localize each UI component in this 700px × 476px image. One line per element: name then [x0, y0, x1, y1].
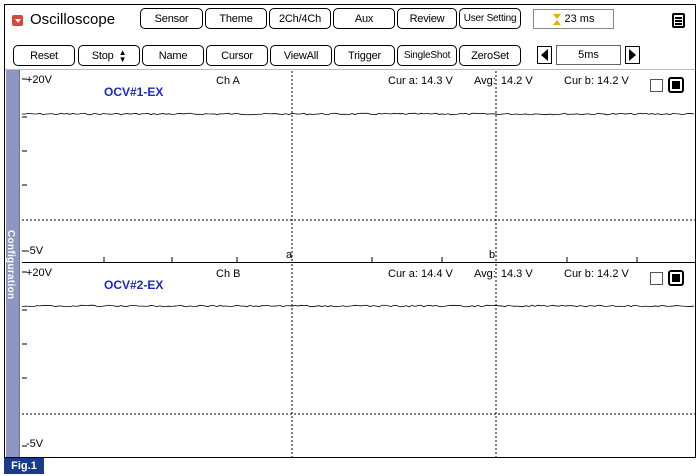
configuration-tab[interactable]: Configuration	[5, 70, 20, 457]
cursor-b-value: 14.2 V	[597, 75, 629, 87]
hourglass-icon	[552, 13, 561, 25]
updown-icon: ▲ ▼	[118, 47, 127, 64]
trigger-button[interactable]: Trigger	[334, 45, 395, 66]
channel-checkbox[interactable]	[650, 79, 663, 92]
channel-id: Ch A	[216, 75, 240, 87]
tick-marks	[22, 78, 638, 263]
cursor-b-readout: Cur b: 14.2 V	[564, 75, 629, 87]
channel-toggle[interactable]	[668, 77, 684, 93]
figure-label: Fig.1	[4, 458, 44, 474]
hamburger-menu-icon[interactable]	[672, 13, 685, 28]
scope-a-graph	[22, 71, 696, 263]
name-button[interactable]: Name	[142, 45, 204, 66]
stop-label: Stop	[91, 49, 114, 62]
configuration-label: Configuration	[5, 230, 16, 300]
average-value: 14.2 V	[500, 75, 533, 87]
scope-panel-b[interactable]: +20V -5V OCV#2-EX Ch B Cur a: 14.4 V Avg…	[22, 264, 696, 457]
vmin-label: -5V	[26, 245, 44, 257]
timebase-value: 5ms	[556, 45, 621, 65]
tab-aux[interactable]: Aux	[333, 8, 395, 29]
cursor-b-label: Cur b:	[564, 268, 594, 280]
scope-b-graph	[22, 264, 696, 457]
time-value: 23 ms	[564, 13, 595, 25]
singleshot-button[interactable]: SingleShot	[397, 45, 457, 66]
reset-button[interactable]: Reset	[13, 45, 75, 66]
tab-user-setting[interactable]: User Setting	[459, 8, 521, 29]
channel-toggle[interactable]	[668, 270, 684, 286]
average-readout: Avg: 14.2 V	[474, 75, 533, 87]
app-title: Oscilloscope	[30, 11, 116, 28]
tick-marks	[22, 271, 27, 447]
cursor-a-marker: a	[286, 249, 293, 261]
cursor-a-label: Cur a:	[388, 75, 418, 87]
average-value: 14.3 V	[500, 268, 533, 280]
zeroset-button[interactable]: ZeroSet	[459, 45, 521, 66]
cursor-a-label: Cur a:	[388, 268, 418, 280]
timebase-decrease-button[interactable]	[537, 46, 552, 64]
tab-review[interactable]: Review	[397, 8, 457, 29]
vmin-label: -5V	[26, 438, 44, 450]
scope-panel-a[interactable]: +20V -5V OCV#1-EX Ch A Cur a: 14.3 V Avg…	[22, 71, 696, 263]
signal-trace-a	[22, 112, 695, 116]
timebase-increase-button[interactable]	[625, 46, 640, 64]
cursor-a-value: 14.4 V	[421, 268, 453, 280]
tab-theme[interactable]: Theme	[205, 8, 267, 29]
channel-name: OCV#1-EX	[104, 85, 164, 99]
cursor-b-label: Cur b:	[564, 75, 594, 87]
average-label: Avg:	[474, 75, 496, 87]
toolbar-divider	[5, 69, 695, 70]
time-display: 23 ms	[533, 9, 614, 29]
channel-checkbox[interactable]	[650, 272, 663, 285]
cursor-b-marker: b	[489, 249, 496, 261]
cursor-button[interactable]: Cursor	[206, 45, 268, 66]
vmax-label: +20V	[26, 74, 52, 86]
cursor-a-readout: Cur a: 14.3 V	[388, 75, 453, 87]
tab-channels[interactable]: 2Ch/4Ch	[269, 8, 331, 29]
cursor-b-value: 14.2 V	[597, 268, 629, 280]
average-label: Avg:	[474, 268, 496, 280]
channel-name: OCV#2-EX	[104, 278, 164, 292]
average-readout: Avg: 14.3 V	[474, 268, 533, 280]
viewall-button[interactable]: ViewAll	[270, 45, 332, 66]
app-menu-icon[interactable]	[12, 15, 23, 26]
channel-id: Ch B	[216, 268, 241, 280]
cursor-b-readout: Cur b: 14.2 V	[564, 268, 629, 280]
vmax-label: +20V	[26, 267, 52, 279]
tab-sensor[interactable]: Sensor	[140, 8, 203, 29]
stop-button[interactable]: Stop ▲ ▼	[78, 45, 140, 66]
cursor-a-readout: Cur a: 14.4 V	[388, 268, 453, 280]
cursor-a-value: 14.3 V	[421, 75, 453, 87]
signal-trace-b	[22, 304, 695, 308]
